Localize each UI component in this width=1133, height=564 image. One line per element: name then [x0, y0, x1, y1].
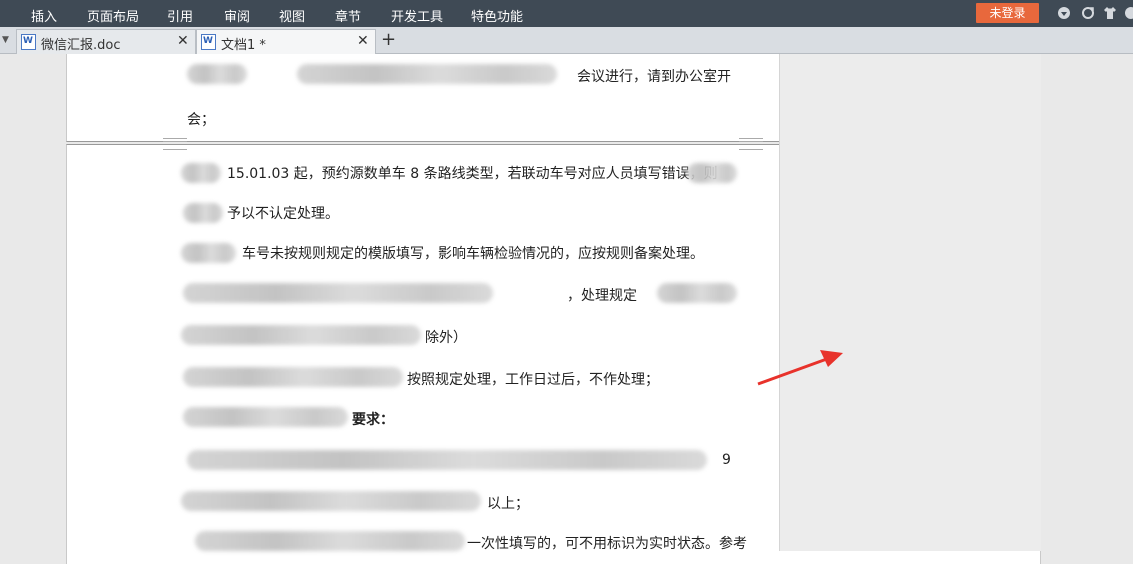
menu-special-features[interactable]: 特色功能: [471, 6, 523, 25]
menu-developer-tools[interactable]: 开发工具: [391, 6, 443, 25]
menu-chapter[interactable]: 章节: [335, 6, 361, 25]
tab-weixin-report[interactable]: W 微信汇报.doc ✕: [16, 29, 196, 54]
login-button[interactable]: 未登录: [976, 3, 1039, 23]
menu-page-layout[interactable]: 页面布局: [87, 6, 139, 25]
tab-document1[interactable]: W 文档1 * ✕: [196, 29, 376, 54]
menu-references[interactable]: 引用: [167, 6, 193, 25]
skin-icon[interactable]: [1057, 6, 1071, 20]
menu-view[interactable]: 视图: [279, 6, 305, 25]
menu-review[interactable]: 审阅: [224, 6, 250, 25]
help-icon[interactable]: [1122, 6, 1133, 20]
word-doc-icon: W: [21, 34, 36, 50]
document-workspace: 会议进行，请到办公室开 会； 15.01.03 起，预约源数单车 8 条路线类型…: [0, 54, 1133, 551]
red-arrow-annotation: [0, 54, 1133, 551]
word-doc-icon: W: [201, 34, 216, 50]
document-tab-bar: ▼ W 微信汇报.doc ✕ W 文档1 * ✕ +: [0, 27, 1133, 54]
tab-label: 文档1 *: [221, 34, 266, 53]
menu-bar: 插入 页面布局 引用 审阅 视图 章节 开发工具 特色功能 未登录: [0, 0, 1133, 27]
tab-list-arrow-icon[interactable]: ▼: [2, 35, 12, 45]
add-tab-icon[interactable]: +: [381, 30, 396, 50]
tab-label: 微信汇报.doc: [41, 34, 121, 53]
sync-icon[interactable]: [1081, 6, 1095, 20]
close-icon[interactable]: ✕: [357, 33, 369, 49]
menu-insert[interactable]: 插入: [31, 6, 57, 25]
shirt-icon[interactable]: [1103, 6, 1117, 20]
close-icon[interactable]: ✕: [177, 33, 189, 49]
